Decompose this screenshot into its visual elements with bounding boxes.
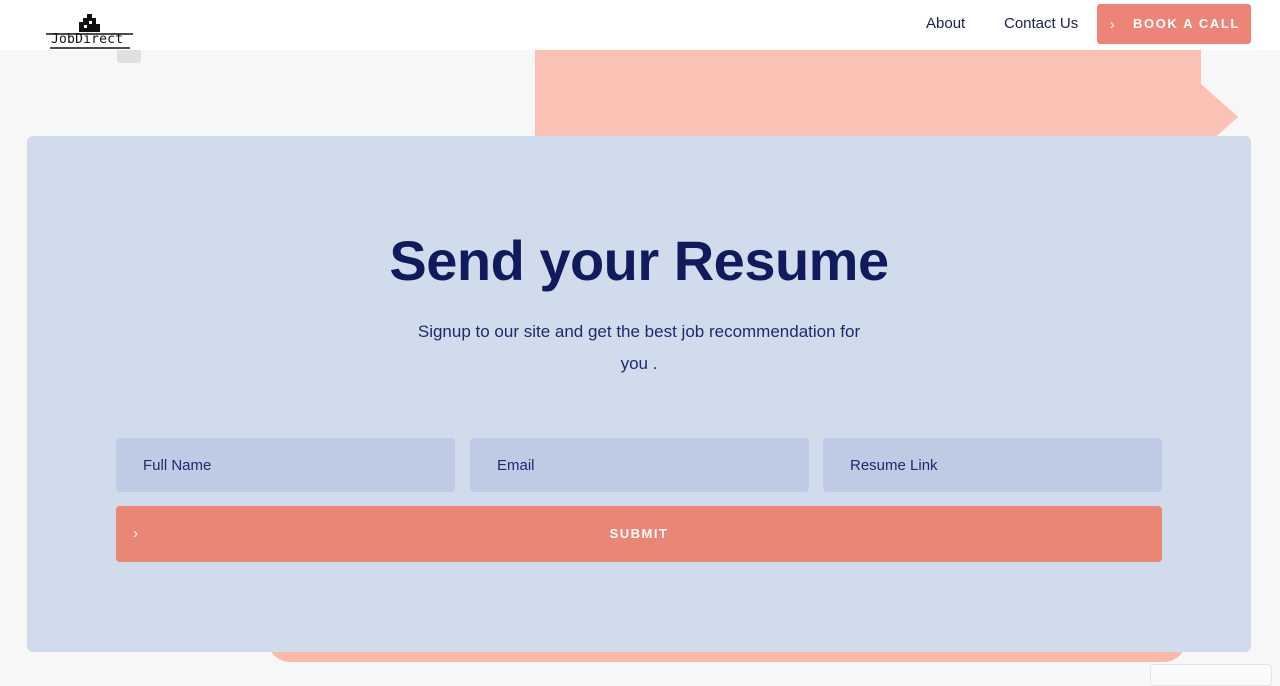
page-subtitle: Signup to our site and get the best job … <box>417 322 861 373</box>
submit-button[interactable]: › SUBMIT <box>116 506 1162 562</box>
chevron-right-icon: › <box>133 525 140 542</box>
full-name-input[interactable] <box>116 438 455 492</box>
site-header: JobDirect About Contact Us › BOOK A CALL <box>0 0 1280 50</box>
page-title: Send your Resume <box>389 229 889 292</box>
book-a-call-label: BOOK A CALL <box>1133 16 1240 31</box>
nav-link-about[interactable]: About <box>926 15 965 33</box>
resume-link-input[interactable] <box>823 438 1162 492</box>
email-input[interactable] <box>470 438 809 492</box>
submit-label: SUBMIT <box>609 526 669 541</box>
nav-link-contact-us[interactable]: Contact Us <box>1004 15 1078 33</box>
resume-card: Send your Resume Signup to our site and … <box>27 136 1251 652</box>
book-a-call-button[interactable]: › BOOK A CALL <box>1097 4 1251 44</box>
decorative-arrow-shape <box>535 50 1238 140</box>
corner-widget <box>1150 664 1272 686</box>
chevron-right-icon: › <box>1110 16 1117 32</box>
decorative-tab <box>117 49 141 63</box>
logo-text: JobDirect <box>51 32 124 47</box>
